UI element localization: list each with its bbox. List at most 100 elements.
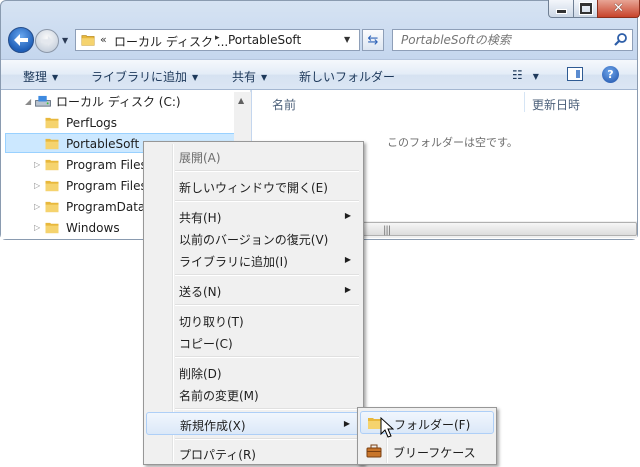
empty-folder-message: このフォルダーは空です。 [387, 136, 518, 149]
column-divider[interactable] [524, 92, 525, 112]
folder-icon [45, 222, 59, 234]
menu-item-expand[interactable]: 展開(A) [146, 145, 361, 167]
search-box[interactable] [392, 29, 633, 51]
view-details-icon: ☷ [512, 68, 523, 82]
organize-menu[interactable]: 整理 ▼ [23, 68, 58, 85]
menu-item-label: 以前のバージョンの復元(V) [179, 233, 329, 247]
submenu-arrow-icon: ▶ [344, 211, 351, 220]
maximize-icon [579, 3, 592, 14]
menu-item-properties[interactable]: プロパティ(R) [146, 442, 361, 464]
share-menu[interactable]: 共有 ▼ [232, 68, 267, 85]
collapsed-arrow-icon[interactable]: ▷ [34, 155, 40, 175]
menu-item-label: 送る(N) [179, 285, 222, 299]
menu-item-rename[interactable]: 名前の変更(M) [146, 383, 361, 405]
menu-item-restore-previous[interactable]: 以前のバージョンの復元(V) [146, 227, 361, 249]
chevron-down-icon: ▼ [532, 72, 539, 81]
menu-item-label: 削除(D) [179, 367, 222, 381]
minimize-button[interactable] [548, 0, 574, 18]
view-options-button[interactable]: ☷ ▼ [512, 68, 539, 82]
menu-item-delete[interactable]: 削除(D) [146, 361, 361, 383]
address-bar[interactable]: « ローカル ディスク ... ▸ PortableSoft ▼ [75, 29, 360, 51]
folder-icon [45, 201, 59, 213]
menu-item-label: プロパティ(R) [179, 448, 256, 462]
menu-separator [175, 274, 359, 276]
briefcase-icon [366, 444, 382, 458]
menu-item-send-to[interactable]: 送る(N) ▶ [146, 279, 361, 301]
tree-label: PortableSoft [66, 137, 140, 151]
grip-icon: ||| [383, 225, 391, 236]
menu-item-label: 共有(H) [179, 211, 222, 225]
collapsed-arrow-icon[interactable]: ▷ [34, 218, 40, 238]
menu-item-label: 名前の変更(M) [179, 389, 259, 403]
folder-icon [45, 180, 59, 192]
new-folder-button[interactable]: 新しいフォルダー [299, 68, 395, 85]
close-icon: ✕ [613, 1, 624, 16]
chevron-down-icon: ▼ [261, 73, 268, 82]
address-crumb-local-disk[interactable]: ローカル ディスク ... [114, 33, 228, 50]
refresh-button[interactable]: ⇆ [362, 29, 384, 51]
menu-item-label: ライブラリに追加(I) [179, 255, 288, 269]
menu-item-label: 切り取り(T) [179, 315, 244, 329]
menu-separator [175, 438, 359, 440]
menu-item-copy[interactable]: コピー(C) [146, 331, 361, 353]
command-bar: 整理 ▼ ライブラリに追加 ▼ 共有 ▼ 新しいフォルダー ☷ ▼ ? [1, 59, 637, 90]
submenu-item-briefcase[interactable]: ブリーフケース [360, 440, 494, 463]
address-overflow-chevron[interactable]: « [100, 33, 107, 46]
maximize-button[interactable] [573, 0, 598, 18]
search-input[interactable] [397, 32, 615, 48]
close-button[interactable]: ✕ [597, 0, 640, 18]
back-arrow-icon [14, 34, 28, 46]
menu-item-share[interactable]: 共有(H) ▶ [146, 205, 361, 227]
forward-arrow-icon [41, 35, 53, 47]
menu-item-cut[interactable]: 切り取り(T) [146, 309, 361, 331]
menu-separator [175, 200, 359, 202]
menu-separator [175, 170, 359, 172]
menu-item-open-new-window[interactable]: 新しいウィンドウで開く(E) [146, 175, 361, 197]
chevron-down-icon: ▼ [52, 73, 59, 82]
collapsed-arrow-icon[interactable]: ▷ [34, 176, 40, 196]
tree-label: Program Files [66, 179, 147, 193]
share-label: 共有 [232, 70, 257, 84]
address-dropdown-icon[interactable]: ▼ [344, 35, 350, 44]
add-to-library-menu[interactable]: ライブラリに追加 ▼ [91, 68, 198, 85]
tree-label: ローカル ディスク (C:) [56, 95, 181, 109]
add-to-library-label: ライブラリに追加 [91, 70, 188, 84]
tree-label: Windows [66, 221, 120, 235]
menu-separator [175, 304, 359, 306]
folder-icon [45, 117, 59, 129]
folder-icon [81, 35, 95, 46]
tree-label: PerfLogs [66, 116, 118, 130]
menu-separator [175, 356, 359, 358]
submenu-arrow-icon: ▶ [344, 255, 351, 264]
menu-item-add-to-library[interactable]: ライブラリに追加(I) ▶ [146, 249, 361, 271]
address-crumb-portablesoft[interactable]: PortableSoft [228, 33, 301, 47]
tree-label: ProgramData [66, 200, 146, 214]
column-header-name[interactable]: 名前 [272, 96, 296, 113]
folder-icon [45, 138, 59, 150]
mouse-cursor-icon [380, 417, 394, 438]
search-icon[interactable] [613, 32, 629, 48]
forward-button[interactable] [35, 29, 59, 53]
column-header-modified[interactable]: 更新日時 [532, 96, 580, 113]
history-dropdown-icon[interactable]: ▼ [62, 36, 70, 45]
submenu-arrow-icon: ▶ [343, 419, 350, 428]
scroll-up-icon[interactable]: ▲ [238, 96, 244, 105]
minimize-icon [555, 8, 567, 14]
submenu-item-label: フォルダー(F) [394, 418, 471, 432]
refresh-icon: ⇆ [367, 32, 379, 48]
chevron-down-icon: ▼ [192, 73, 199, 82]
collapsed-arrow-icon[interactable]: ▷ [34, 197, 40, 217]
submenu-item-label: ブリーフケース [393, 446, 476, 460]
menu-item-new[interactable]: 新規作成(X) ▶ [146, 412, 361, 435]
drive-icon [35, 95, 51, 107]
menu-separator [175, 408, 359, 410]
back-button[interactable] [8, 27, 34, 53]
context-menu: 展開(A) 新しいウィンドウで開く(E) 共有(H) ▶ 以前のバージョンの復元(… [143, 141, 364, 465]
help-icon[interactable]: ? [602, 66, 619, 83]
tree-label: Program Files [66, 158, 147, 172]
preview-pane-icon[interactable] [567, 67, 583, 81]
address-separator-icon[interactable]: ▸ [215, 33, 220, 43]
folder-icon [45, 159, 59, 171]
organize-label: 整理 [23, 70, 48, 84]
expanded-arrow-icon[interactable]: ◢ [25, 92, 31, 112]
